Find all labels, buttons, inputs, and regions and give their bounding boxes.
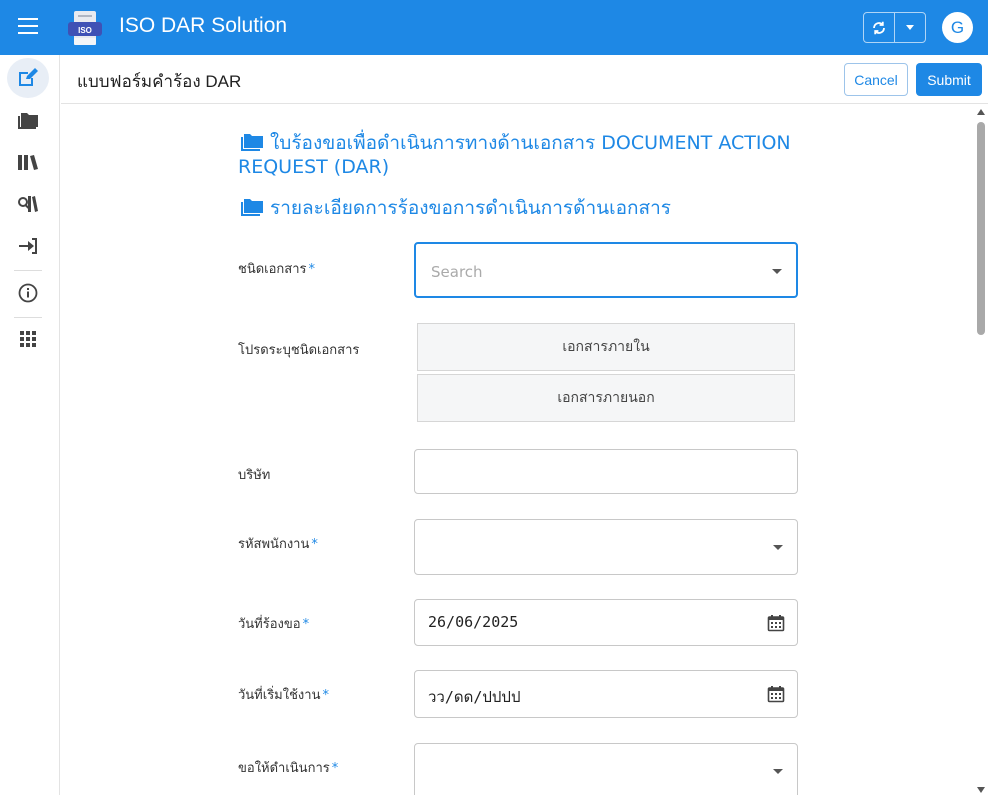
folder-icon	[18, 113, 38, 129]
edit-icon	[19, 68, 38, 86]
action-select[interactable]	[414, 743, 798, 795]
request-date-label: วันที่ร้องขอ *	[238, 617, 310, 632]
employee-id-label: รหัสพนักงาน *	[238, 537, 318, 552]
search-library-icon	[18, 196, 38, 212]
start-date-label: วันที่เริ่มใช้งาน *	[238, 688, 329, 703]
start-date-input[interactable]: วว/ดด/ปปปป	[414, 670, 798, 718]
folder-icon	[241, 199, 263, 216]
chevron-down-icon	[772, 269, 782, 274]
library-icon	[18, 155, 38, 170]
section-title-details: รายละเอียดการร้องขอการดำเนินการด้านเอกสา…	[238, 196, 798, 220]
company-input[interactable]	[414, 449, 798, 494]
app-title: ISO DAR Solution	[119, 14, 288, 37]
request-date-input[interactable]: 26/06/2025	[414, 599, 798, 646]
top-app-bar: ISO ISO DAR Solution G	[0, 0, 988, 55]
section-title-text: ใบร้องขอเพื่อดำเนินการทางด้านเอกสาร DOCU…	[238, 132, 791, 178]
action-label: ขอให้ดำเนินการ *	[238, 761, 339, 776]
submit-button[interactable]: Submit	[916, 63, 982, 96]
calendar-icon[interactable]	[767, 685, 785, 703]
doc-type-placeholder: Search	[431, 263, 483, 281]
doc-kind-internal-button[interactable]: เอกสารภายใน	[417, 323, 795, 371]
sidebar-item-search-library[interactable]	[7, 184, 49, 224]
sync-icon	[873, 21, 885, 34]
form-content: ใบร้องขอเพื่อดำเนินการทางด้านเอกสาร DOCU…	[61, 104, 988, 795]
sidebar-item-library[interactable]	[7, 142, 49, 182]
company-label: บริษัท	[238, 468, 271, 483]
employee-id-select[interactable]	[414, 519, 798, 575]
page-title: แบบฟอร์มคำร้อง DAR	[77, 72, 242, 91]
chevron-down-icon	[773, 769, 783, 774]
doc-type-label: ชนิดเอกสาร *	[238, 262, 315, 277]
page-header: แบบฟอร์มคำร้อง DAR Cancel Submit	[61, 55, 988, 104]
sidebar-item-sign-in[interactable]	[7, 226, 49, 266]
svg-text:ISO: ISO	[78, 26, 92, 35]
sidebar-item-apps[interactable]	[7, 319, 49, 359]
section-title-text: รายละเอียดการร้องขอการดำเนินการด้านเอกสา…	[270, 197, 672, 219]
sync-button[interactable]	[864, 13, 895, 42]
sign-in-icon	[19, 238, 37, 254]
menu-icon[interactable]	[18, 18, 38, 36]
cancel-button[interactable]: Cancel	[844, 63, 908, 96]
doc-kind-external-button[interactable]: เอกสารภายนอก	[417, 374, 795, 422]
chevron-down-icon	[906, 25, 914, 30]
doc-kind-label: โปรดระบุชนิดเอกสาร	[238, 343, 360, 358]
start-date-value: วว/ดด/ปปปป	[428, 688, 521, 706]
sync-button-group	[863, 12, 926, 43]
folder-icon	[241, 134, 263, 151]
sidebar	[0, 55, 60, 795]
sidebar-item-folder[interactable]	[7, 100, 49, 140]
section-title-dar: ใบร้องขอเพื่อดำเนินการทางด้านเอกสาร DOCU…	[238, 131, 798, 179]
info-icon	[18, 283, 38, 303]
scrollbar-thumb[interactable]	[977, 122, 985, 335]
chevron-down-icon	[773, 545, 783, 550]
sidebar-item-info[interactable]	[7, 273, 49, 313]
request-date-value: 26/06/2025	[428, 613, 519, 631]
doc-type-select[interactable]: Search	[414, 242, 798, 298]
app-logo: ISO	[66, 9, 104, 47]
scroll-up-arrow-icon[interactable]	[977, 109, 985, 115]
sidebar-item-edit[interactable]	[7, 58, 49, 98]
sync-dropdown-button[interactable]	[895, 13, 925, 42]
user-avatar[interactable]: G	[942, 12, 973, 43]
sidebar-divider	[14, 270, 42, 271]
apps-grid-icon	[20, 331, 36, 347]
scrollbar[interactable]	[974, 104, 988, 795]
scroll-down-arrow-icon[interactable]	[977, 787, 985, 793]
sidebar-divider	[14, 317, 42, 318]
calendar-icon[interactable]	[767, 614, 785, 632]
